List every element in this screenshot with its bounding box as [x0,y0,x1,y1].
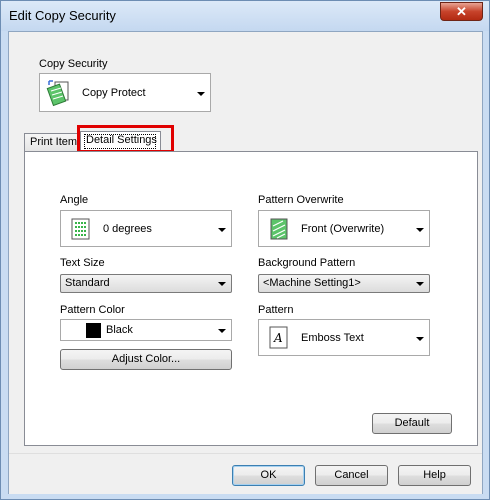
pattern-value: Emboss Text [301,331,364,344]
footer-bar: OK Cancel Help [9,453,482,494]
chevron-down-icon [218,282,226,286]
tab-print-item[interactable]: Print Item [24,133,80,152]
copy-protect-icon [46,79,74,107]
adjust-color-button[interactable]: Adjust Color... [60,349,232,370]
help-button[interactable]: Help [398,465,471,486]
chevron-down-icon [218,228,226,232]
pattern-label: Pattern [258,304,294,316]
highlight-box [77,125,174,153]
cancel-button[interactable]: Cancel [315,465,388,486]
background-pattern-value: <Machine Setting1> [263,277,361,289]
detail-settings-panel: Angle 0 degrees Pattern Overwrite Front … [24,151,478,446]
text-size-select[interactable]: Standard [60,274,232,293]
overwrite-pattern-icon [269,217,291,241]
background-pattern-label: Background Pattern [258,257,356,269]
chevron-down-icon [416,337,424,341]
dialog-window: Edit Copy Security ✕ Copy Security Copy … [0,0,490,500]
angle-value: 0 degrees [103,222,152,235]
background-pattern-select[interactable]: <Machine Setting1> [258,274,430,293]
pattern-color-value: Black [106,324,133,336]
text-size-value: Standard [65,277,110,289]
chevron-down-icon [416,228,424,232]
window-title: Edit Copy Security [9,8,116,23]
default-button[interactable]: Default [372,413,452,434]
ok-button[interactable]: OK [232,465,305,486]
emboss-text-icon: A [269,326,289,350]
dialog-client: Copy Security Copy Protect Print Item De… [8,31,483,494]
svg-text:A: A [273,331,283,345]
chevron-down-icon [197,92,205,96]
pattern-overwrite-label: Pattern Overwrite [258,194,344,206]
title-bar[interactable]: Edit Copy Security ✕ [1,1,489,31]
pattern-color-select[interactable]: Black [60,319,232,341]
pattern-overwrite-select[interactable]: Front (Overwrite) [258,210,430,247]
close-button[interactable]: ✕ [440,2,483,21]
angle-select[interactable]: 0 degrees [60,210,232,247]
pattern-select[interactable]: A Emboss Text [258,319,430,356]
chevron-down-icon [416,282,424,286]
copy-security-label: Copy Security [39,58,108,70]
pattern-overwrite-value: Front (Overwrite) [301,222,385,235]
pattern-color-label: Pattern Color [60,304,125,316]
text-size-label: Text Size [60,257,105,269]
angle-pattern-icon [71,218,91,240]
close-icon: ✕ [456,4,467,19]
color-swatch [86,323,101,338]
angle-label: Angle [60,194,89,206]
copy-security-value: Copy Protect [82,86,146,99]
copy-security-select[interactable]: Copy Protect [39,73,211,112]
chevron-down-icon [218,329,226,333]
